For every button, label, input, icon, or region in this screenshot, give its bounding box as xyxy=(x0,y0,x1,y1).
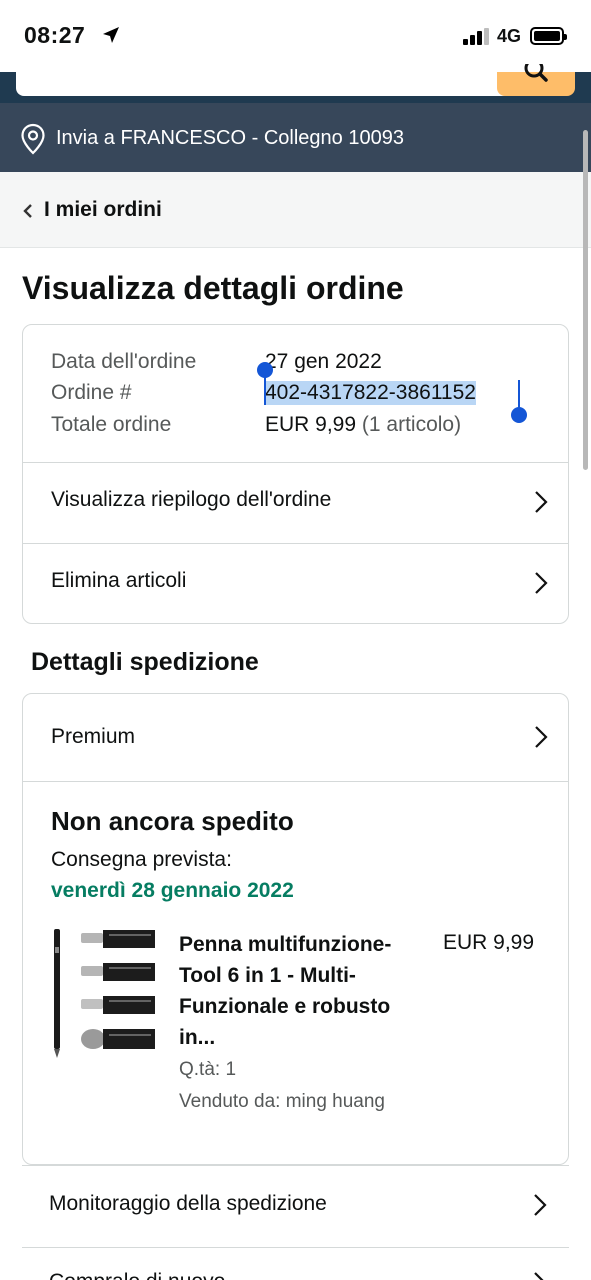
shipment-status: Non ancora spedito xyxy=(51,806,294,836)
product-title-line: in... xyxy=(179,1026,216,1049)
order-date-label: Data dell'ordine xyxy=(51,350,197,373)
signal-icon xyxy=(463,28,491,45)
buy-again-link[interactable]: Compralo di nuovo xyxy=(22,1247,569,1280)
page-title: Visualizza dettagli ordine xyxy=(22,270,404,306)
selection-end-handle[interactable] xyxy=(511,407,527,423)
product-title-line: Tool 6 in 1 - Multi- xyxy=(179,964,356,987)
scrollbar[interactable] xyxy=(583,130,588,470)
selection-start-bar xyxy=(264,375,266,405)
order-summary-link-label: Visualizza riepilogo dell'ordine xyxy=(51,488,332,511)
delete-items-link-label: Elimina articoli xyxy=(51,569,187,592)
order-item-count: (1 articolo) xyxy=(361,413,462,436)
order-number-label: Ordine # xyxy=(51,381,132,404)
product-title[interactable]: Penna multifunzione- Tool 6 in 1 - Multi… xyxy=(179,929,429,1053)
chevron-left-icon xyxy=(23,204,32,218)
delivery-location-bar[interactable]: Invia a FRANCESCO - Collegno 10093 xyxy=(0,103,591,172)
network-label: 4G xyxy=(497,26,522,46)
product-quantity: Q.tà: 1 xyxy=(179,1059,237,1080)
breadcrumb-label: I miei ordini xyxy=(44,198,162,221)
order-total-amount: EUR 9,99 xyxy=(265,413,357,436)
product-seller: Venduto da: ming huang xyxy=(179,1091,386,1112)
order-total-value: EUR 9,99 (1 articolo) xyxy=(265,413,461,437)
buy-again-label: Compralo di nuovo xyxy=(49,1270,225,1280)
chevron-right-icon xyxy=(534,1272,544,1280)
product-title-line: Funzionale e robusto xyxy=(179,995,391,1018)
search-input[interactable] xyxy=(16,72,516,96)
order-summary-card: Data dell'ordine 27 gen 2022 Ordine # 40… xyxy=(22,324,569,624)
shipment-section-title: Dettagli spedizione xyxy=(31,648,259,676)
delivery-address-text: Invia a FRANCESCO - Collegno 10093 xyxy=(56,127,404,149)
location-pin-icon xyxy=(21,123,45,155)
order-date-value: 27 gen 2022 xyxy=(265,350,382,373)
shipping-method-row[interactable]: Premium xyxy=(23,694,568,782)
search-icon xyxy=(524,64,548,82)
chevron-right-icon xyxy=(534,1194,547,1216)
product-image[interactable] xyxy=(51,927,157,1061)
status-time: 08:27 xyxy=(24,22,86,48)
track-shipment-link[interactable]: Monitoraggio della spedizione xyxy=(22,1165,569,1247)
product-title-line: Penna multifunzione- xyxy=(179,933,392,956)
shipping-method-label: Premium xyxy=(51,725,136,748)
location-arrow-icon xyxy=(103,27,119,43)
shipment-card: Premium Non ancora spedito Consegna prev… xyxy=(22,693,569,1165)
search-button[interactable] xyxy=(497,64,575,96)
delete-items-link[interactable]: Elimina articoli xyxy=(23,543,568,623)
order-total-label: Totale ordine xyxy=(51,413,172,436)
chevron-right-icon xyxy=(535,491,548,513)
product-price: EUR 9,99 xyxy=(443,931,535,954)
chevron-right-icon xyxy=(535,726,548,748)
expected-delivery-label: Consegna prevista: xyxy=(51,848,232,871)
battery-icon xyxy=(530,27,567,45)
track-shipment-label: Monitoraggio della spedizione xyxy=(49,1192,327,1215)
breadcrumb[interactable]: I miei ordini xyxy=(0,172,591,248)
order-number-value[interactable]: 402-4317822-3861152 xyxy=(265,381,476,405)
expected-delivery-date: venerdì 28 gennaio 2022 xyxy=(51,879,294,902)
status-bar: 08:27 4G xyxy=(0,0,591,72)
chevron-right-icon xyxy=(535,572,548,594)
search-header xyxy=(0,64,591,103)
order-summary-link[interactable]: Visualizza riepilogo dell'ordine xyxy=(23,462,568,543)
